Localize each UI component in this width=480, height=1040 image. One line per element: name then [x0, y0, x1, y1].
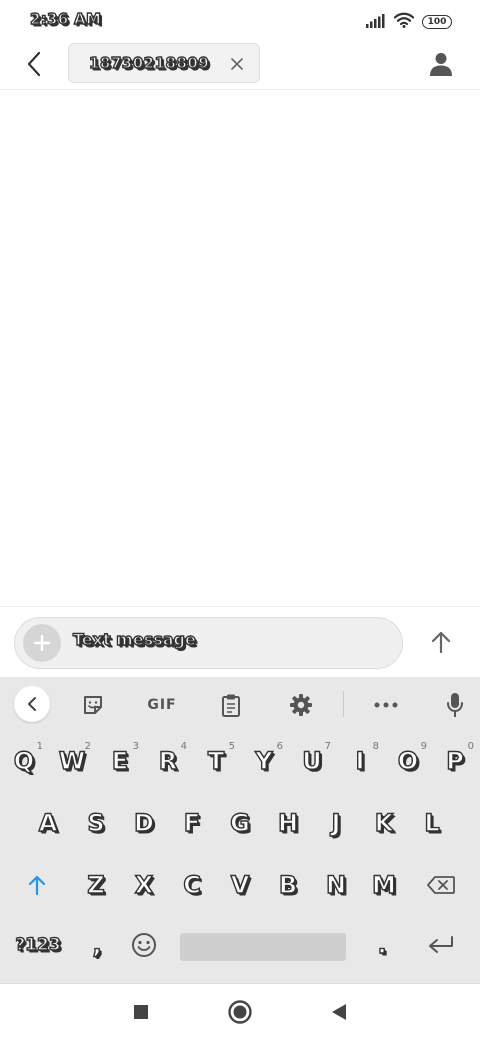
- key-n[interactable]: N: [313, 857, 359, 913]
- navigation-bar: [0, 983, 480, 1040]
- gif-label: GIF: [147, 697, 177, 713]
- spacebar[interactable]: [180, 933, 346, 961]
- conversation-area: [0, 91, 480, 605]
- gear-icon: [290, 694, 312, 716]
- close-icon: [231, 58, 243, 70]
- add-attachment-button[interactable]: [23, 624, 61, 662]
- status-time: 2:36 AM: [29, 9, 102, 28]
- key-f[interactable]: F: [169, 795, 215, 851]
- keyboard-toolbar: GIF: [0, 677, 480, 731]
- sticker-button[interactable]: [73, 685, 113, 725]
- settings-button[interactable]: [281, 685, 321, 725]
- key-b[interactable]: B: [265, 857, 311, 913]
- gif-button[interactable]: GIF: [142, 685, 182, 725]
- enter-key[interactable]: [418, 917, 464, 973]
- contact-button[interactable]: [424, 48, 458, 80]
- arrow-up-icon: [431, 631, 451, 654]
- key-x[interactable]: X: [121, 857, 167, 913]
- home-circle-icon: [228, 1000, 252, 1024]
- person-icon: [430, 53, 452, 76]
- signal-icon: [366, 13, 386, 32]
- key-v[interactable]: V: [217, 857, 263, 913]
- status-bar: 2:36 AM 100: [0, 0, 480, 40]
- back-nav-button[interactable]: [324, 997, 354, 1027]
- toolbar-divider: [343, 691, 344, 717]
- key-t[interactable]: T5: [193, 733, 239, 789]
- key-y[interactable]: Y6: [241, 733, 287, 789]
- key-j[interactable]: J: [313, 795, 359, 851]
- clipboard-icon: [222, 694, 240, 717]
- key-l[interactable]: L: [409, 795, 455, 851]
- symbols-key[interactable]: ?123: [8, 917, 68, 973]
- shift-arrow-icon: [28, 875, 46, 896]
- key-g[interactable]: G: [217, 795, 263, 851]
- key-z[interactable]: Z: [73, 857, 119, 913]
- clipboard-button[interactable]: [211, 685, 251, 725]
- remove-recipient-button[interactable]: [227, 54, 247, 74]
- emoji-key[interactable]: [121, 917, 167, 973]
- more-horizontal-icon: [374, 702, 398, 708]
- key-m[interactable]: M: [361, 857, 407, 913]
- send-button[interactable]: [420, 621, 462, 663]
- app-bar: 18730218809: [0, 40, 480, 90]
- plus-icon: [33, 634, 51, 652]
- backspace-icon: [427, 876, 455, 894]
- compose-bar: Text message: [0, 606, 480, 676]
- square-icon: [134, 1005, 148, 1019]
- shift-key[interactable]: [14, 857, 60, 913]
- key-d[interactable]: D: [121, 795, 167, 851]
- keyboard: GIF Q 1 W 2 E 3 R 4 T 5 Y 6 U 7 I 8 O 9 …: [0, 677, 480, 983]
- key-e[interactable]: E3: [97, 733, 143, 789]
- home-button[interactable]: [225, 997, 255, 1027]
- key-s[interactable]: S: [73, 795, 119, 851]
- chevron-left-icon: [28, 697, 36, 711]
- key-r[interactable]: R4: [145, 733, 191, 789]
- voice-input-button[interactable]: [435, 685, 475, 725]
- key-c[interactable]: C: [169, 857, 215, 913]
- recipient-chip[interactable]: 18730218809: [68, 43, 260, 83]
- back-arrow-icon: [27, 51, 41, 77]
- message-placeholder: Text message: [72, 629, 196, 649]
- key-h[interactable]: H: [265, 795, 311, 851]
- comma-key[interactable]: ,: [74, 917, 120, 973]
- recipient-number: 18730218809: [88, 53, 210, 72]
- recents-button[interactable]: [126, 997, 156, 1027]
- status-icons: 100: [366, 12, 452, 32]
- backspace-key[interactable]: [418, 857, 464, 913]
- period-key[interactable]: .: [359, 917, 405, 973]
- key-p[interactable]: P0: [432, 733, 478, 789]
- key-w[interactable]: W2: [49, 733, 95, 789]
- battery-icon: 100: [422, 15, 452, 29]
- key-a[interactable]: A: [25, 795, 71, 851]
- keyboard-collapse-button[interactable]: [14, 686, 50, 722]
- back-button[interactable]: [18, 48, 50, 80]
- triangle-back-icon: [332, 1004, 346, 1020]
- sticker-icon: [84, 696, 102, 714]
- message-input[interactable]: Text message: [14, 617, 403, 669]
- emoji-icon: [132, 933, 156, 957]
- wifi-icon: [393, 12, 415, 32]
- key-u[interactable]: U7: [289, 733, 335, 789]
- key-q[interactable]: Q1: [1, 733, 47, 789]
- key-k[interactable]: K: [361, 795, 407, 851]
- key-i[interactable]: I8: [337, 733, 383, 789]
- microphone-icon: [447, 693, 463, 717]
- key-o[interactable]: O9: [385, 733, 431, 789]
- enter-icon: [429, 936, 453, 953]
- more-options-button[interactable]: [366, 685, 406, 725]
